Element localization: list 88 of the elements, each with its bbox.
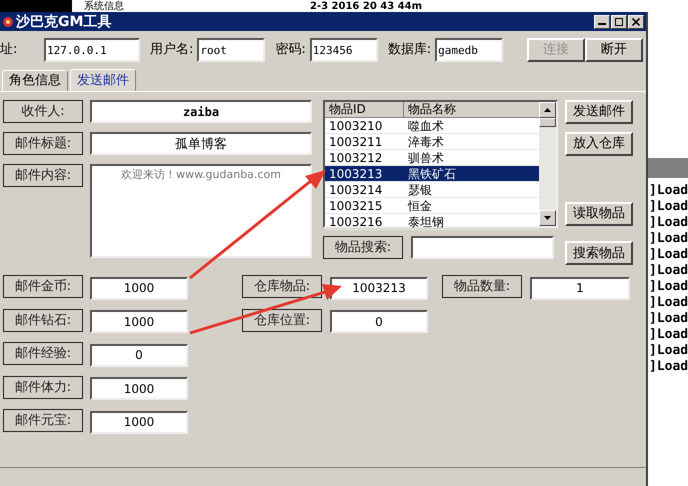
log-line: ]Load — [649, 327, 688, 343]
log-line: ]Load — [649, 231, 688, 247]
field-label: 邮件元宝: — [3, 409, 83, 432]
tab[interactable]: 发送邮件 — [70, 69, 136, 91]
text-area[interactable]: 欢迎来访！www.gudanba.com — [90, 164, 312, 258]
field-label: 邮件金币: — [3, 275, 83, 298]
push-button[interactable]: 断开 — [585, 38, 643, 62]
list-row[interactable]: 1003214 瑟银 — [325, 182, 539, 198]
log-line: ]Load — [649, 247, 688, 263]
log-line: ]Load — [649, 343, 688, 359]
app-icon — [2, 16, 14, 28]
close-icon — [632, 18, 640, 26]
table-cell-text: 噬血术 — [407, 118, 445, 133]
log-line: ]Load — [649, 311, 688, 327]
push-button[interactable]: 放入仓库 — [565, 132, 633, 156]
field-label: 仓库物品: — [242, 275, 322, 298]
column-header[interactable]: 物品ID — [325, 102, 404, 118]
log-line: ]Load — [649, 263, 688, 279]
input-field[interactable]: 0 — [90, 344, 188, 367]
field-label: 用户名: — [150, 41, 194, 60]
input-field[interactable]: 1000 — [90, 276, 188, 300]
close-button[interactable] — [628, 14, 644, 28]
input-field[interactable]: zaiba — [90, 100, 312, 123]
push-button[interactable]: 读取物品 — [565, 202, 633, 226]
field-label: 邮件标题: — [3, 132, 83, 155]
column-header[interactable]: 物品名称 — [404, 102, 539, 118]
scrollbar-thumb[interactable] — [539, 118, 556, 127]
table-cell-text: 黑铁矿石 — [407, 166, 457, 181]
table-cell-text: 1003214 — [328, 182, 384, 197]
minimize-icon — [598, 23, 606, 25]
field-label: 仓库位置: — [242, 308, 322, 332]
push-button[interactable]: 发送邮件 — [565, 100, 633, 124]
window-title: 沙巴克GM工具 — [16, 14, 112, 30]
scrollbar[interactable] — [539, 102, 556, 226]
field-label: 物品搜索: — [323, 236, 403, 259]
background-title-bar — [648, 158, 688, 178]
field-label: 收件人: — [3, 100, 83, 123]
field-label: 邮件内容: — [3, 164, 83, 187]
table-cell-text: 泰坦钢 — [407, 214, 445, 229]
input-field[interactable]: 123456 — [310, 38, 378, 62]
table-cell-text: 1003213 — [328, 166, 384, 181]
down-arrow-icon — [544, 216, 551, 220]
input-field[interactable]: 0 — [330, 310, 428, 334]
input-field[interactable] — [411, 236, 554, 259]
input-field[interactable]: 1000 — [90, 310, 188, 334]
input-field[interactable]: 孤单博客 — [90, 132, 312, 155]
table-cell-text: 驯兽术 — [407, 150, 445, 165]
list-row[interactable]: 1003211 淬毒术 — [325, 134, 539, 150]
list-row[interactable]: 1003210 噬血术 — [325, 118, 539, 134]
background-text: 2-3 2016 20 43 44m — [310, 2, 422, 12]
table-cell-text: 1003210 — [328, 118, 384, 133]
field-label: 址: — [0, 41, 18, 60]
input-field[interactable]: 127.0.0.1 — [44, 38, 140, 62]
tab[interactable]: 角色信息 — [2, 70, 68, 91]
list-row[interactable]: 1003216 泰坦钢 — [325, 214, 539, 230]
input-field[interactable]: 1 — [530, 276, 630, 300]
log-line: ]Load — [649, 295, 688, 311]
up-arrow-icon — [544, 108, 551, 112]
log-line: ]Load — [649, 279, 688, 295]
minimize-button[interactable] — [594, 14, 610, 28]
table-cell-text: 淬毒术 — [407, 134, 445, 149]
log-line: ]Load — [649, 359, 688, 375]
field-label: 密码: — [275, 41, 306, 60]
field-label: 邮件体力: — [3, 376, 83, 399]
push-button[interactable]: 搜索物品 — [565, 241, 633, 266]
maximize-icon — [615, 18, 623, 26]
list-row[interactable]: 1003215 恒金 — [325, 198, 539, 214]
table-cell-text: 瑟银 — [407, 182, 433, 197]
input-field[interactable]: gamedb — [435, 38, 504, 62]
input-field[interactable]: 1003213 — [330, 276, 428, 300]
log-line: ]Load — [649, 183, 688, 199]
log-line: ]Load — [649, 199, 688, 215]
input-field[interactable]: 1000 — [90, 410, 188, 434]
table-cell-text: 1003215 — [328, 198, 384, 213]
table-cell-text: 1003211 — [328, 134, 384, 149]
table-cell-text: 1003212 — [328, 150, 384, 165]
field-label: 物品数量: — [442, 275, 522, 298]
field-label: 邮件经验: — [3, 342, 83, 366]
input-field[interactable]: root — [197, 38, 266, 62]
field-label: 数据库: — [388, 41, 432, 60]
field-label: 邮件钻石: — [3, 308, 83, 332]
table-cell-text: 1003216 — [328, 214, 384, 229]
table-cell-text: 恒金 — [406, 198, 433, 213]
log-line: ]Load — [649, 215, 688, 231]
background-text: 系统信息 — [84, 2, 124, 12]
maximize-button[interactable] — [611, 14, 627, 28]
list-row[interactable]: 1003213 黑铁矿石 — [325, 166, 539, 182]
input-field[interactable]: 1000 — [90, 377, 188, 400]
